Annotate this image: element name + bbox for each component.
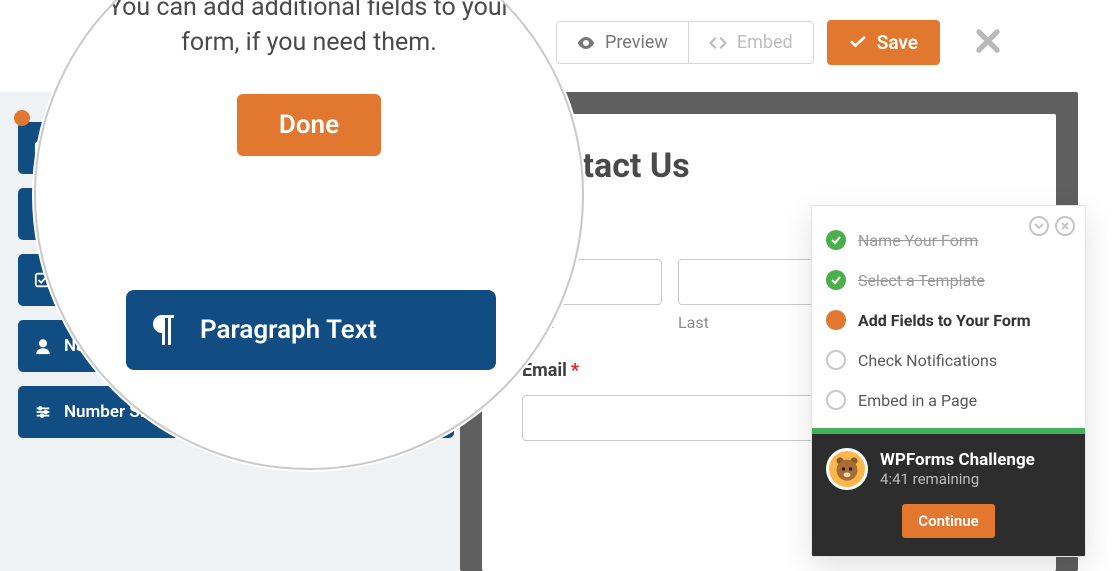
tooltip-text: You can add additional fields to your fo… (92, 0, 526, 60)
form-title: Contact Us (522, 146, 1016, 186)
current-step-icon (826, 310, 846, 330)
preview-button[interactable]: Preview (556, 21, 689, 64)
highlighted-paragraph-field[interactable]: Paragraph Text (126, 290, 496, 370)
tooltip-anchor-dot (14, 110, 30, 126)
chevron-down-icon (1034, 221, 1044, 231)
challenge-panel: Name Your Form Select a Template Add Field… (811, 205, 1086, 557)
challenge-step-label: Name Your Form (858, 231, 978, 250)
last-sublabel: Last (678, 313, 818, 332)
highlighted-field-label: Paragraph Text (200, 315, 377, 345)
challenge-step: Add Fields to Your Form (826, 300, 1071, 340)
challenge-title: WPForms Challenge (880, 450, 1035, 470)
embed-label: Embed (737, 32, 793, 53)
eye-icon (577, 36, 595, 50)
check-icon (849, 36, 867, 50)
embed-button[interactable]: Embed (689, 21, 814, 64)
empty-circle-icon (826, 350, 846, 370)
collapse-button[interactable] (1029, 216, 1049, 236)
last-name-input[interactable] (678, 259, 818, 305)
toolbar: Preview Embed Save (556, 15, 1116, 70)
bear-icon (833, 455, 861, 483)
challenge-step: Select a Template (826, 260, 1071, 300)
preview-label: Preview (605, 32, 668, 53)
challenge-step: Check Notifications (826, 340, 1071, 380)
paragraph-icon (152, 315, 178, 345)
done-button[interactable]: Done (237, 94, 381, 156)
onboarding-tooltip: You can add additional fields to your fo… (92, 0, 526, 156)
challenge-step-label: Embed in a Page (858, 391, 977, 410)
close-panel-button[interactable] (1055, 216, 1075, 236)
empty-circle-icon (826, 390, 846, 410)
continue-button[interactable]: Continue (902, 504, 994, 538)
challenge-remaining: 4:41 remaining (880, 470, 1035, 488)
challenge-step-label: Select a Template (858, 271, 985, 290)
avatar (826, 448, 868, 490)
save-button[interactable]: Save (827, 20, 940, 65)
challenge-step: Embed in a Page (826, 380, 1071, 420)
save-label: Save (877, 31, 918, 54)
check-circle-icon (826, 270, 846, 290)
challenge-step-label: Add Fields to Your Form (858, 311, 1031, 330)
email-input[interactable] (522, 395, 822, 441)
required-asterisk: * (571, 360, 579, 381)
code-icon (709, 36, 727, 50)
close-icon (975, 28, 1001, 54)
close-button[interactable] (975, 28, 1001, 58)
close-icon (1060, 221, 1070, 231)
challenge-step-label: Check Notifications (858, 351, 997, 370)
check-circle-icon (826, 230, 846, 250)
